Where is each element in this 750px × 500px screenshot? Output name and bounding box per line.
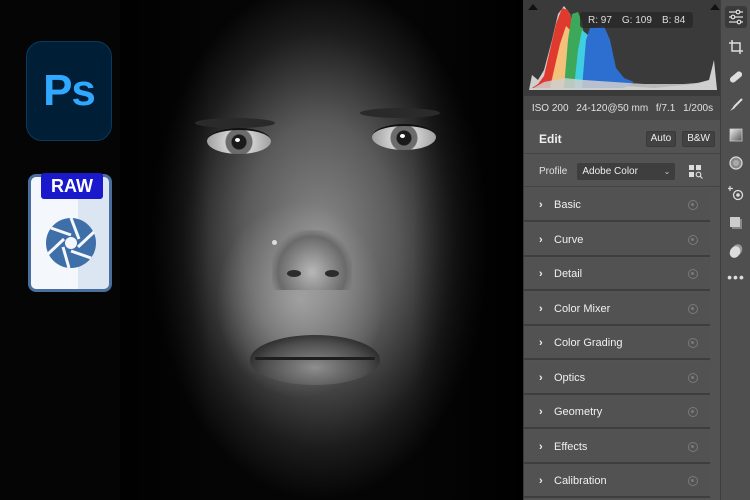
radial-filter-tool[interactable] (725, 152, 747, 174)
chevron-right-icon: › (539, 336, 543, 349)
edit-header: Edit Auto B&W (524, 124, 721, 154)
visibility-eye-icon[interactable] (688, 475, 698, 486)
healing-tool[interactable] (725, 66, 747, 88)
aperture-icon (46, 217, 96, 269)
visibility-eye-icon[interactable] (688, 268, 698, 279)
section-color-mixer[interactable]: › Color Mixer (524, 293, 710, 326)
shadow-clipping-toggle[interactable] (528, 4, 538, 10)
photoshop-logo: Ps (26, 41, 112, 141)
hair-left-shadow (120, 0, 210, 500)
section-label: Geometry (554, 405, 603, 418)
hair-right-shadow (413, 0, 523, 500)
r-value: R: 97 (588, 14, 612, 26)
chevron-right-icon: › (539, 198, 543, 211)
visibility-eye-icon[interactable] (688, 372, 698, 383)
section-geometry[interactable]: › Geometry (524, 396, 710, 429)
left-nostril (287, 270, 301, 277)
raw-badge-text: RAW (51, 175, 93, 196)
profile-browser-icon[interactable] (689, 164, 704, 179)
section-detail[interactable]: › Detail (524, 258, 710, 291)
shutter-value: 1/200s (683, 102, 714, 114)
g-value: G: 109 (621, 14, 652, 26)
section-label: Calibration (554, 474, 607, 487)
visibility-eye-icon[interactable] (688, 303, 698, 314)
profile-value: Adobe Color (582, 166, 638, 177)
auto-button[interactable]: Auto (645, 130, 677, 147)
bandage-icon (729, 71, 743, 83)
histogram: R: 97 G: 109 B: 84 (524, 0, 721, 96)
chevron-right-icon: › (539, 405, 543, 418)
presets-icon (729, 244, 743, 258)
section-color-grading[interactable]: › Color Grading (524, 327, 710, 360)
lips (250, 335, 380, 385)
b-value: B: 84 (661, 14, 686, 26)
camera-metadata-bar: ISO 200 24-120@50 mm f/7.1 1/200s (524, 96, 721, 120)
linear-gradient-tool[interactable] (725, 124, 747, 146)
chevron-right-icon: › (539, 440, 543, 453)
iso-value: ISO 200 (531, 102, 569, 114)
section-label: Optics (554, 371, 586, 384)
brush-icon (730, 98, 743, 111)
red-eye-icon (728, 186, 744, 201)
right-eyebrow (360, 108, 440, 118)
visibility-eye-icon[interactable] (688, 406, 698, 417)
brush-tool[interactable] (725, 94, 747, 116)
nose-stud (272, 240, 277, 245)
section-label: Detail (554, 267, 583, 280)
left-eyebrow (195, 118, 275, 128)
section-calibration[interactable]: › Calibration (524, 465, 710, 498)
edit-sliders-tool[interactable] (725, 6, 747, 28)
tool-strip: ••• (720, 0, 750, 500)
radial-filter-icon (729, 156, 743, 170)
left-eye (207, 128, 271, 154)
bw-button[interactable]: B&W (682, 130, 715, 147)
nose (272, 230, 352, 290)
lip-line (255, 357, 375, 360)
presets-tool[interactable] (725, 240, 747, 262)
chevron-right-icon: › (539, 474, 543, 487)
section-label: Color Mixer (554, 302, 611, 315)
chevron-right-icon: › (539, 233, 543, 246)
section-basic[interactable]: › Basic (524, 189, 710, 222)
section-label: Color Grading (554, 336, 623, 349)
lens-value: 24-120@50 mm (576, 102, 649, 114)
section-effects[interactable]: › Effects (524, 431, 710, 464)
sliders-icon (729, 9, 743, 25)
visibility-eye-icon[interactable] (688, 337, 698, 348)
raw-file-icon: RAW (28, 173, 112, 292)
right-nostril (325, 270, 339, 277)
section-curve[interactable]: › Curve (524, 224, 710, 257)
visibility-eye-icon[interactable] (688, 199, 698, 210)
snapshots-icon (730, 217, 742, 229)
highlight-clipping-toggle[interactable] (710, 4, 720, 10)
chevron-down-icon: ⌄ (663, 167, 671, 176)
right-eye (372, 124, 436, 150)
profile-dropdown[interactable]: Adobe Color ⌄ (577, 163, 676, 180)
crop-tool[interactable] (725, 36, 747, 58)
chevron-right-icon: › (539, 371, 543, 384)
red-eye-tool[interactable] (725, 182, 747, 204)
snapshots-tool[interactable] (725, 212, 747, 234)
more-tools-button[interactable]: ••• (725, 266, 747, 288)
chevron-right-icon: › (539, 302, 543, 315)
profile-label: Profile (539, 166, 568, 177)
section-label: Effects (554, 440, 588, 453)
raw-badge: RAW (41, 173, 103, 199)
chevron-right-icon: › (539, 267, 543, 280)
profile-row: Profile Adobe Color ⌄ (524, 157, 721, 187)
visibility-eye-icon[interactable] (688, 234, 698, 245)
section-optics[interactable]: › Optics (524, 362, 710, 395)
visibility-eye-icon[interactable] (688, 441, 698, 452)
section-label: Basic (554, 198, 581, 211)
edit-title: Edit (539, 131, 562, 146)
aperture-value: f/7.1 (655, 102, 676, 114)
more-icon: ••• (727, 269, 745, 285)
section-label: Curve (554, 233, 584, 246)
edit-panel: R: 97 G: 109 B: 84 ISO 200 24-120@50 mm … (523, 0, 721, 500)
rgb-readout: R: 97 G: 109 B: 84 (580, 12, 694, 28)
linear-gradient-icon (729, 128, 743, 142)
photoshop-logo-text: Ps (43, 66, 96, 115)
crop-icon (729, 40, 743, 54)
